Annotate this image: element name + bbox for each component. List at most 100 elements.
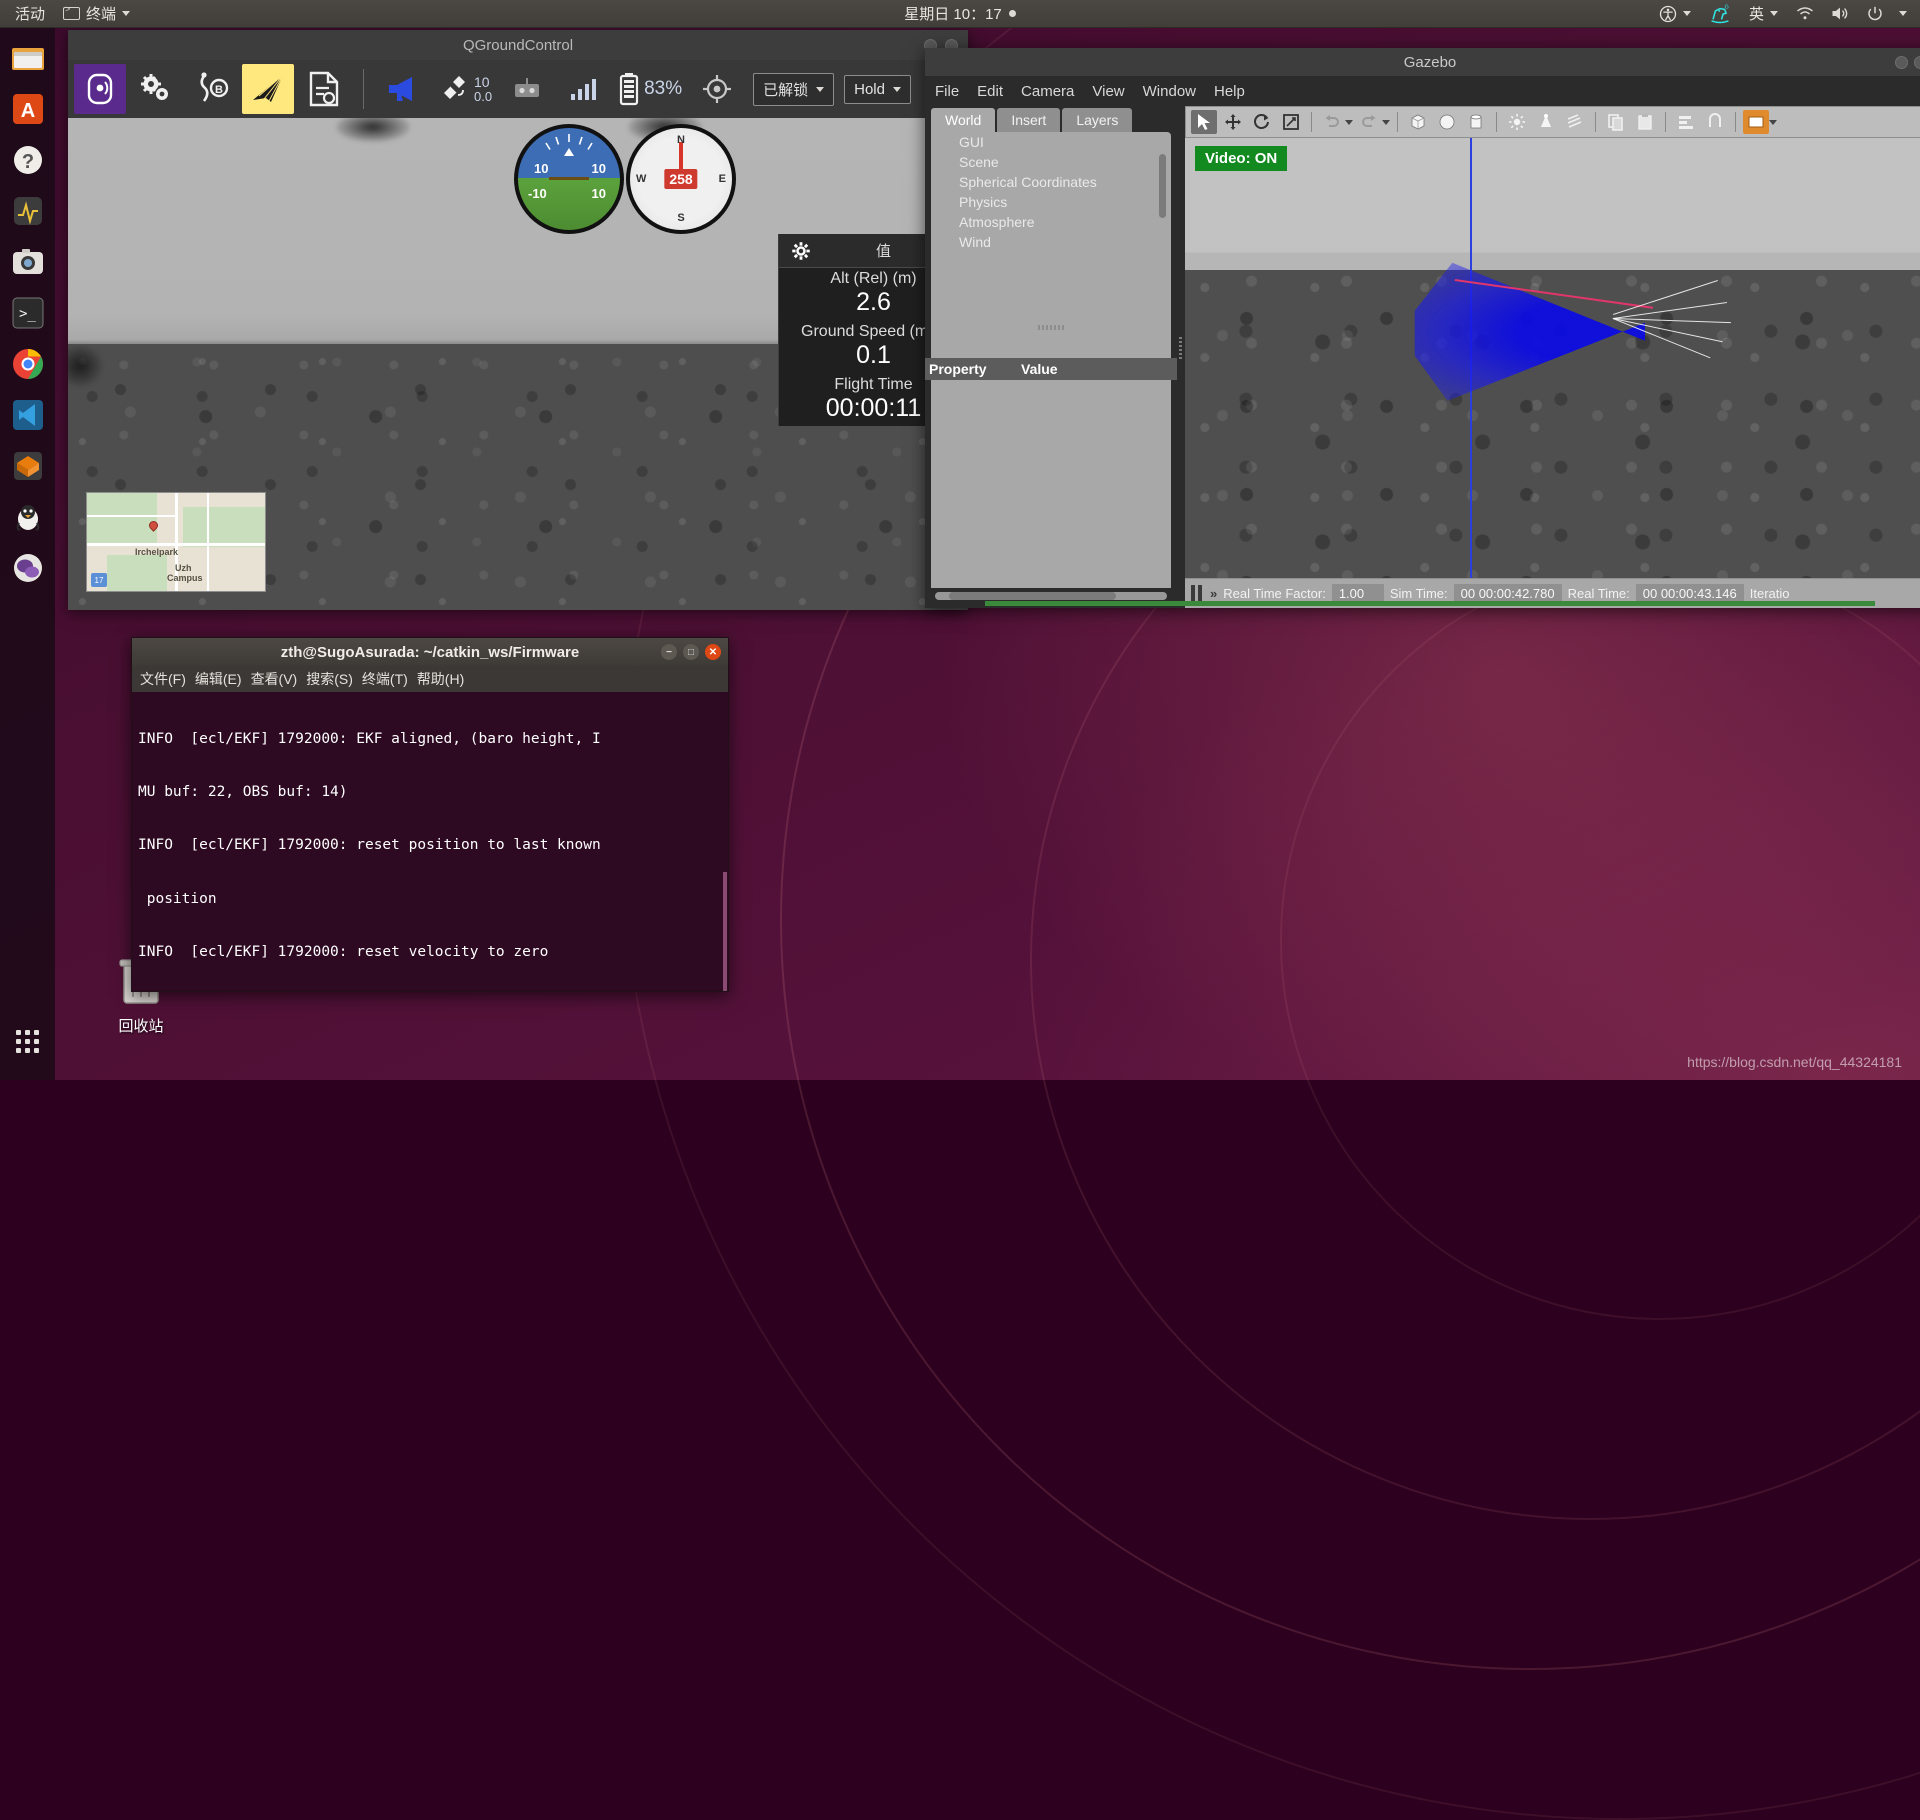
qgc-titlebar[interactable]: QGroundControl <box>68 30 968 60</box>
qgc-messages-button[interactable] <box>377 64 429 114</box>
menu-file[interactable]: File <box>935 83 959 100</box>
launcher-item-software-center[interactable]: A <box>6 87 50 131</box>
clock-button[interactable]: 星期日 10：17 <box>895 0 1025 28</box>
signal-bars-icon <box>568 76 598 102</box>
tab-world[interactable]: World <box>931 108 995 132</box>
show-applications-button[interactable] <box>6 1019 50 1063</box>
compass-indicator[interactable]: N W E S 258 <box>626 124 736 234</box>
chevron-down-icon[interactable] <box>1382 120 1390 125</box>
scale-button[interactable] <box>1278 110 1304 134</box>
qgc-vehicle-setup-button[interactable]: B <box>186 64 238 114</box>
tree-item-physics[interactable]: Physics <box>931 192 1171 212</box>
launcher-item-camera[interactable] <box>6 240 50 284</box>
app-menu-terminal[interactable]: 终端 <box>54 0 139 28</box>
property-table-body[interactable] <box>931 380 1171 588</box>
system-menu[interactable] <box>1787 0 1916 28</box>
step-forward-icon[interactable]: » <box>1210 586 1217 601</box>
launcher-item-terminal[interactable]: >_ <box>6 291 50 335</box>
property-horizontal-scrollbar[interactable] <box>935 592 1167 600</box>
qgc-rc-status[interactable] <box>501 64 553 114</box>
qgc-gimbal-button[interactable] <box>691 64 743 114</box>
terminal-menu-help[interactable]: 帮助(H) <box>417 669 464 689</box>
launcher-item-blender[interactable] <box>6 444 50 488</box>
qgc-settings-button[interactable] <box>130 64 182 114</box>
gazebo-titlebar[interactable]: Gazebo <box>925 48 1920 76</box>
redo-button[interactable] <box>1356 110 1382 134</box>
accessibility-menu[interactable] <box>1650 0 1700 28</box>
undo-button[interactable] <box>1319 110 1345 134</box>
translate-button[interactable] <box>1220 110 1246 134</box>
chevron-down-icon[interactable] <box>1345 120 1353 125</box>
terminal-menu-file[interactable]: 文件(F) <box>140 669 186 689</box>
volume-icon <box>1830 5 1850 22</box>
qgc-battery-status[interactable]: 83% <box>613 72 687 106</box>
qgc-telemetry-signal[interactable] <box>557 64 609 114</box>
panel-resize-grip[interactable] <box>1038 325 1064 330</box>
terminal-minimize-button[interactable]: − <box>661 644 677 660</box>
insert-sphere-button[interactable] <box>1434 110 1460 134</box>
activities-button[interactable]: 活动 <box>6 0 54 28</box>
terminal-maximize-button[interactable]: □ <box>683 644 699 660</box>
rotate-button[interactable] <box>1249 110 1275 134</box>
arm-state-dropdown[interactable]: 已解锁 <box>753 73 834 106</box>
launcher-item-vscode[interactable] <box>6 393 50 437</box>
terminal-titlebar[interactable]: zth@SugoAsurada: ~/catkin_ws/Firmware − … <box>132 638 728 666</box>
menu-window[interactable]: Window <box>1143 83 1196 100</box>
gazebo-minimize-button[interactable] <box>1895 56 1908 69</box>
keyboard-layout-menu[interactable]: 英 <box>1740 0 1787 28</box>
gazebo-3d-viewport[interactable]: Video: ON <box>1185 138 1920 578</box>
mini-map[interactable]: Irchelpark Uzh Campus 17 <box>86 492 266 592</box>
tree-item-gui[interactable]: GUI <box>931 132 1171 152</box>
terminal-menu-search[interactable]: 搜索(S) <box>306 669 353 689</box>
qgc-gps-status[interactable]: 10 0.0 <box>433 73 497 105</box>
qgc-fly-button[interactable] <box>242 64 294 114</box>
tree-scrollbar[interactable] <box>1159 154 1166 218</box>
terminal-menu-view[interactable]: 查看(V) <box>251 669 298 689</box>
pause-icon[interactable] <box>1191 585 1202 602</box>
launcher-item-system-monitor[interactable] <box>6 189 50 233</box>
tree-item-atmosphere[interactable]: Atmosphere <box>931 212 1171 232</box>
terminal-scrollbar[interactable] <box>723 872 727 991</box>
align-button[interactable] <box>1673 110 1699 134</box>
terminal-close-button[interactable]: ✕ <box>705 644 721 660</box>
unity-launcher: A ? >_ <box>0 28 55 1080</box>
terminal-output[interactable]: INFO [ecl/EKF] 1792000: EKF aligned, (ba… <box>132 692 728 991</box>
paste-button[interactable] <box>1632 110 1658 134</box>
menu-help[interactable]: Help <box>1214 83 1245 100</box>
menu-view[interactable]: View <box>1092 83 1124 100</box>
qgc-plan-button[interactable] <box>298 64 350 114</box>
terminal-menu-edit[interactable]: 编辑(E) <box>195 669 242 689</box>
launcher-item-help[interactable]: ? <box>6 138 50 182</box>
directional-light-button[interactable] <box>1562 110 1588 134</box>
world-tree[interactable]: GUI Scene Spherical Coordinates Physics … <box>931 132 1171 358</box>
select-arrow-button[interactable] <box>1191 110 1217 134</box>
menu-camera[interactable]: Camera <box>1021 83 1074 100</box>
copy-button[interactable] <box>1603 110 1629 134</box>
qgc-app-menu-button[interactable] <box>74 64 126 114</box>
insert-cylinder-button[interactable] <box>1463 110 1489 134</box>
menu-edit[interactable]: Edit <box>977 83 1003 100</box>
gazebo-maximize-button[interactable] <box>1914 56 1920 69</box>
attitude-indicator[interactable]: 10 10 -10 10 <box>514 124 624 234</box>
tree-item-spherical-coordinates[interactable]: Spherical Coordinates <box>931 172 1171 192</box>
input-method-menu[interactable]: G <box>1700 0 1740 28</box>
launcher-item-wechat[interactable] <box>6 546 50 590</box>
gnome-top-panel: 活动 终端 星期日 10：17 G <box>0 0 1920 28</box>
chevron-down-icon[interactable] <box>1769 120 1777 125</box>
gear-icon[interactable] <box>791 241 811 261</box>
flight-mode-dropdown[interactable]: Hold <box>844 75 911 104</box>
gazebo-panel-splitter[interactable] <box>1177 106 1185 608</box>
spot-light-button[interactable] <box>1533 110 1559 134</box>
launcher-item-chrome[interactable] <box>6 342 50 386</box>
launcher-item-qq[interactable] <box>6 495 50 539</box>
terminal-menu-terminal[interactable]: 终端(T) <box>362 669 408 689</box>
view-button[interactable] <box>1743 110 1769 134</box>
tree-item-scene[interactable]: Scene <box>931 152 1171 172</box>
insert-box-button[interactable] <box>1405 110 1431 134</box>
launcher-item-files[interactable] <box>6 36 50 80</box>
tab-layers[interactable]: Layers <box>1062 108 1132 132</box>
tab-insert[interactable]: Insert <box>997 108 1060 132</box>
point-light-button[interactable] <box>1504 110 1530 134</box>
snap-button[interactable] <box>1702 110 1728 134</box>
tree-item-wind[interactable]: Wind <box>931 232 1171 252</box>
